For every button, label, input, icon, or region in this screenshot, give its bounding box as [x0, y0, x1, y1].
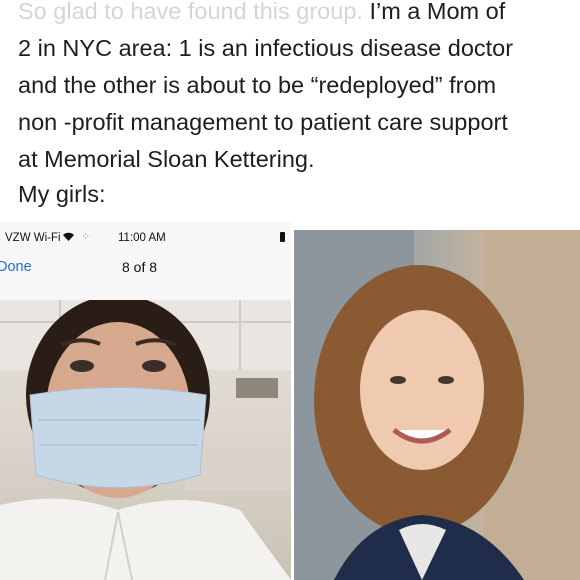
page-counter: 8 of 8 — [122, 259, 158, 275]
post-line-1: So glad to have found this group. I’m a … — [18, 0, 566, 30]
post-line-3: and the other is about to be “redeployed… — [18, 72, 497, 98]
phone-nav-bar: Done 8 of 8 — [0, 252, 291, 301]
wifi-icon — [62, 230, 75, 245]
portrait-photo[interactable] — [294, 230, 580, 580]
post-girls-line: My girls: — [18, 181, 106, 207]
selfie-photo — [0, 300, 291, 580]
post-line-5: at Memorial Sloan Kettering. — [18, 146, 315, 172]
post-line-1-text: I’m a Mom of — [362, 0, 506, 24]
post-line-4: non -profit management to patient care s… — [18, 109, 508, 135]
battery-icon — [280, 232, 285, 242]
done-button[interactable]: Done — [0, 259, 32, 275]
loading-icon: ⁘ — [81, 231, 91, 243]
status-time: 11:00 AM — [118, 232, 166, 244]
phone-status-bar: VZW Wi-Fi ⁘ 11:00 AM — [0, 222, 291, 252]
phone-screenshot-photo[interactable]: VZW Wi-Fi ⁘ 11:00 AM Done 8 of 8 — [0, 222, 291, 580]
post-text: So glad to have found this group. I’m a … — [18, 0, 566, 178]
post-line-2: 2 in NYC area: 1 is an infectious diseas… — [18, 35, 514, 61]
carrier-label: VZW Wi-Fi — [5, 232, 61, 244]
faded-text: So glad to have found this group. — [18, 0, 363, 24]
